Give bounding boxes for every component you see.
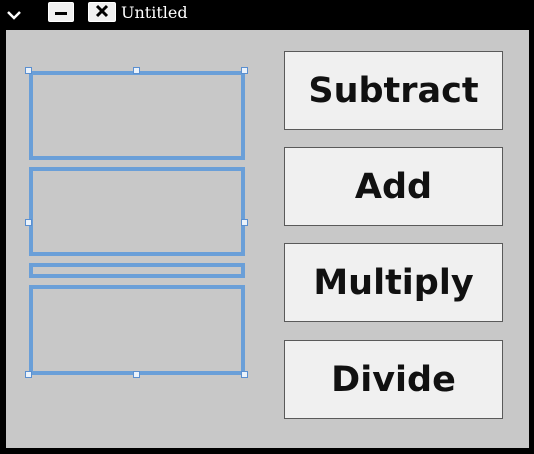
resize-handle-bottom-center[interactable] [133,371,140,378]
title-bar: Untitled [0,0,534,30]
subtract-button[interactable]: Subtract [284,51,503,130]
resize-handle-middle-right[interactable] [241,219,248,226]
divide-button[interactable]: Divide [284,340,503,419]
resize-handle-bottom-right[interactable] [241,371,248,378]
add-button[interactable]: Add [284,147,503,226]
multiply-button[interactable]: Multiply [284,243,503,322]
chevron-down-icon[interactable] [6,8,22,22]
resize-handle-top-center[interactable] [133,67,140,74]
resize-handle-top-left[interactable] [25,67,32,74]
close-icon [95,4,109,18]
window-title: Untitled [121,3,188,22]
resize-handle-top-right[interactable] [241,67,248,74]
close-button[interactable] [88,2,116,22]
resize-handle-bottom-left[interactable] [25,371,32,378]
layout-panel-top[interactable] [29,71,245,160]
layout-panel-bottom[interactable] [29,285,245,375]
minimize-icon [55,12,67,15]
layout-panel-middle[interactable] [29,167,245,256]
resize-handle-middle-left[interactable] [25,219,32,226]
minimize-button[interactable] [48,2,74,22]
layout-splitter[interactable] [29,263,245,278]
